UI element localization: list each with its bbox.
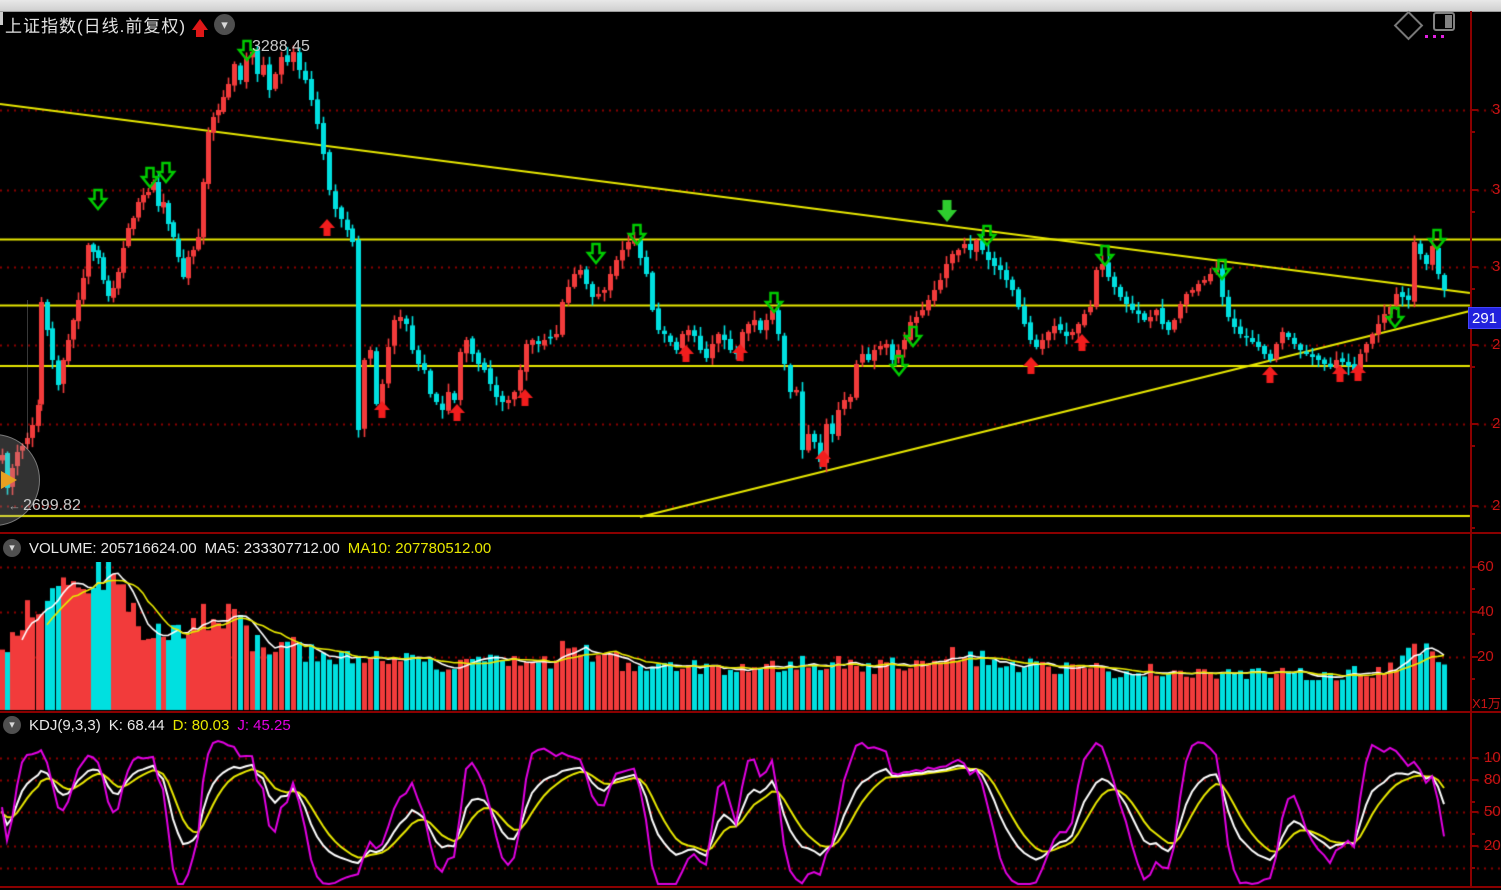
high-price-label: 3288.45 (252, 38, 310, 56)
axis-tick (1470, 588, 1475, 590)
magenta-ellipsis-icon (1425, 35, 1444, 38)
axis-tick (1470, 211, 1475, 213)
axis-tick (1470, 527, 1475, 529)
collapse-volume-chevron-down-icon[interactable]: ▾ (3, 539, 21, 557)
low-price-marker: ← (8, 498, 21, 513)
axis-tick (1470, 611, 1478, 613)
kdj-chart[interactable] (0, 739, 1501, 886)
axis-tick (1470, 445, 1475, 447)
top-right-toolbar (1398, 12, 1455, 36)
kdj-axis-label: 80 (1484, 771, 1501, 788)
volume-chart[interactable] (0, 562, 1501, 711)
axis-tick (1470, 833, 1475, 835)
axis-tick (1470, 366, 1475, 368)
price-axis-label: 3100 (1492, 181, 1501, 198)
collapse-main-chevron-down-icon[interactable]: ▾ (214, 14, 235, 35)
current-price-tag: 291 (1468, 307, 1501, 329)
collapse-kdj-chevron-down-icon[interactable]: ▾ (3, 716, 21, 734)
axis-tick (1470, 757, 1478, 759)
axis-tick (1470, 867, 1475, 869)
axis-tick (1470, 288, 1475, 290)
pane-divider (0, 532, 1501, 534)
kdj-pane-header: ▾ KDJ(9,3,3) K: 68.44 D: 80.03 J: 45.25 (3, 716, 291, 734)
pane-divider (0, 886, 1501, 888)
price-axis-label: 3200 (1492, 101, 1501, 118)
axis-tick (1470, 633, 1475, 635)
kdj-name: KDJ(9,3,3) (29, 717, 101, 734)
axis-tick (1470, 566, 1478, 568)
axis-tick (1470, 109, 1478, 111)
axis-tick (1470, 811, 1478, 813)
volume-axis-label: 20 (1477, 648, 1494, 665)
volume-value: VOLUME: 205716624.00 (29, 540, 197, 557)
left-navigator-edge (27, 300, 28, 448)
axis-tick (1470, 344, 1478, 346)
price-axis-label: 2700 (1492, 497, 1501, 514)
split-panel-icon[interactable] (1433, 12, 1455, 31)
kdj-j-value: J: 45.25 (237, 717, 290, 734)
axis-tick (1470, 779, 1478, 781)
axis-tick (1470, 505, 1478, 507)
main-chart-header: 上证指数(日线.前复权) ▾ (5, 13, 235, 35)
volume-axis-label: 40 (1477, 603, 1494, 620)
axis-tick (1470, 189, 1478, 191)
main-price-chart[interactable] (0, 11, 1501, 532)
kdj-axis-label: 50 (1484, 803, 1501, 820)
kdj-axis-label: 20 (1484, 837, 1501, 854)
axis-tick (1470, 801, 1475, 803)
price-axis-label: 3000 (1492, 258, 1501, 275)
diamond-icon[interactable] (1394, 11, 1424, 41)
axis-tick (1470, 266, 1478, 268)
price-axis-label: 2900 (1492, 336, 1501, 353)
volume-unit-label: X1万 (1472, 693, 1501, 712)
volume-pane-header: ▾ VOLUME: 205716624.00 MA5: 233307712.00… (3, 539, 491, 557)
low-price-label: ←2699.82 (8, 497, 81, 515)
volume-axis-label: 60 (1477, 558, 1494, 575)
instrument-title: 上证指数(日线.前复权) (5, 12, 186, 37)
axis-tick (1470, 656, 1478, 658)
axis-tick (1470, 678, 1475, 680)
axis-tick (1470, 845, 1478, 847)
kdj-axis-label: 100 (1484, 749, 1501, 766)
axis-tick (1470, 423, 1478, 425)
red-up-arrow-icon (192, 19, 208, 30)
pane-divider (0, 711, 1501, 713)
kdj-k-value: K: 68.44 (109, 717, 165, 734)
kdj-d-value: D: 80.03 (173, 717, 230, 734)
price-axis-label: 2800 (1492, 415, 1501, 432)
axis-tick (1470, 131, 1475, 133)
volume-ma5-value: MA5: 233307712.00 (205, 540, 340, 557)
volume-ma10-value: MA10: 207780512.00 (348, 540, 491, 557)
left-navigator-pointer-icon (1, 471, 17, 489)
